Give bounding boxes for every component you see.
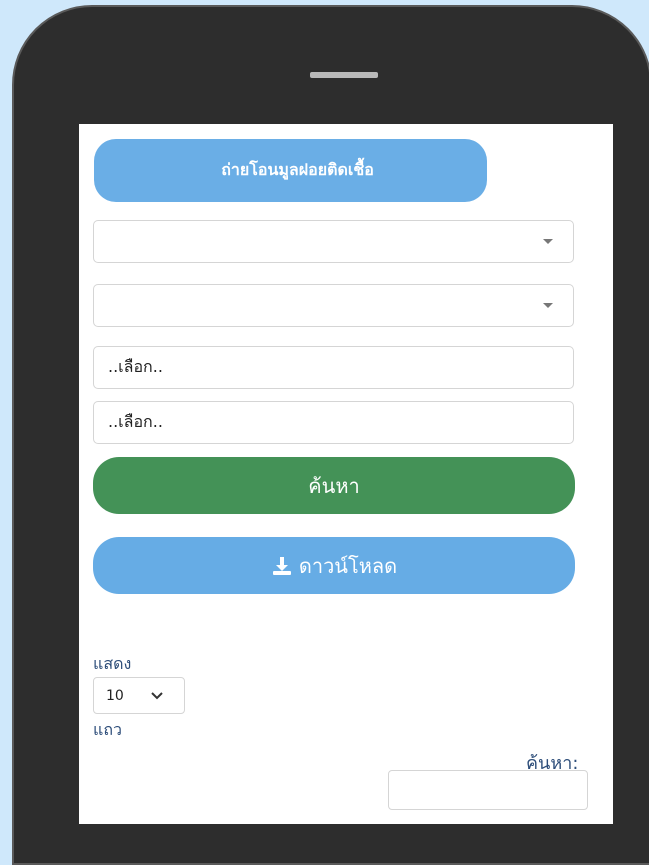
download-icon xyxy=(272,556,291,575)
filter-select-2[interactable] xyxy=(93,284,574,327)
page-title: ถ่ายโอนมูลฝอยติดเชื้อ xyxy=(221,160,374,179)
filter-select-1[interactable] xyxy=(93,220,574,263)
download-button-label: ดาวน์โหลด xyxy=(298,553,398,578)
date-from-placeholder: ..เลือก.. xyxy=(108,357,163,376)
download-button[interactable]: ดาวน์โหลด xyxy=(93,537,575,594)
search-button[interactable]: ค้นหา xyxy=(93,457,575,514)
page-title-pill: ถ่ายโอนมูลฝอยติดเชื้อ xyxy=(94,139,487,202)
rows-label: แถว xyxy=(93,720,122,739)
show-label: แสดง xyxy=(93,654,132,673)
chevron-down-icon xyxy=(151,692,163,700)
caret-down-icon xyxy=(543,239,553,244)
caret-down-icon xyxy=(543,303,553,308)
date-to-field[interactable]: ..เลือก.. xyxy=(93,401,574,444)
date-to-placeholder: ..เลือก.. xyxy=(108,412,163,431)
date-from-field[interactable]: ..เลือก.. xyxy=(93,346,574,389)
phone-speaker xyxy=(310,72,378,78)
table-search-input[interactable] xyxy=(388,770,588,810)
page-length-select[interactable]: 10 xyxy=(93,677,185,714)
phone-screen: ถ่ายโอนมูลฝอยติดเชื้อ ..เลือก.. ..เลือก.… xyxy=(79,124,613,824)
page-length-value: 10 xyxy=(106,687,124,704)
search-button-label: ค้นหา xyxy=(308,473,360,498)
